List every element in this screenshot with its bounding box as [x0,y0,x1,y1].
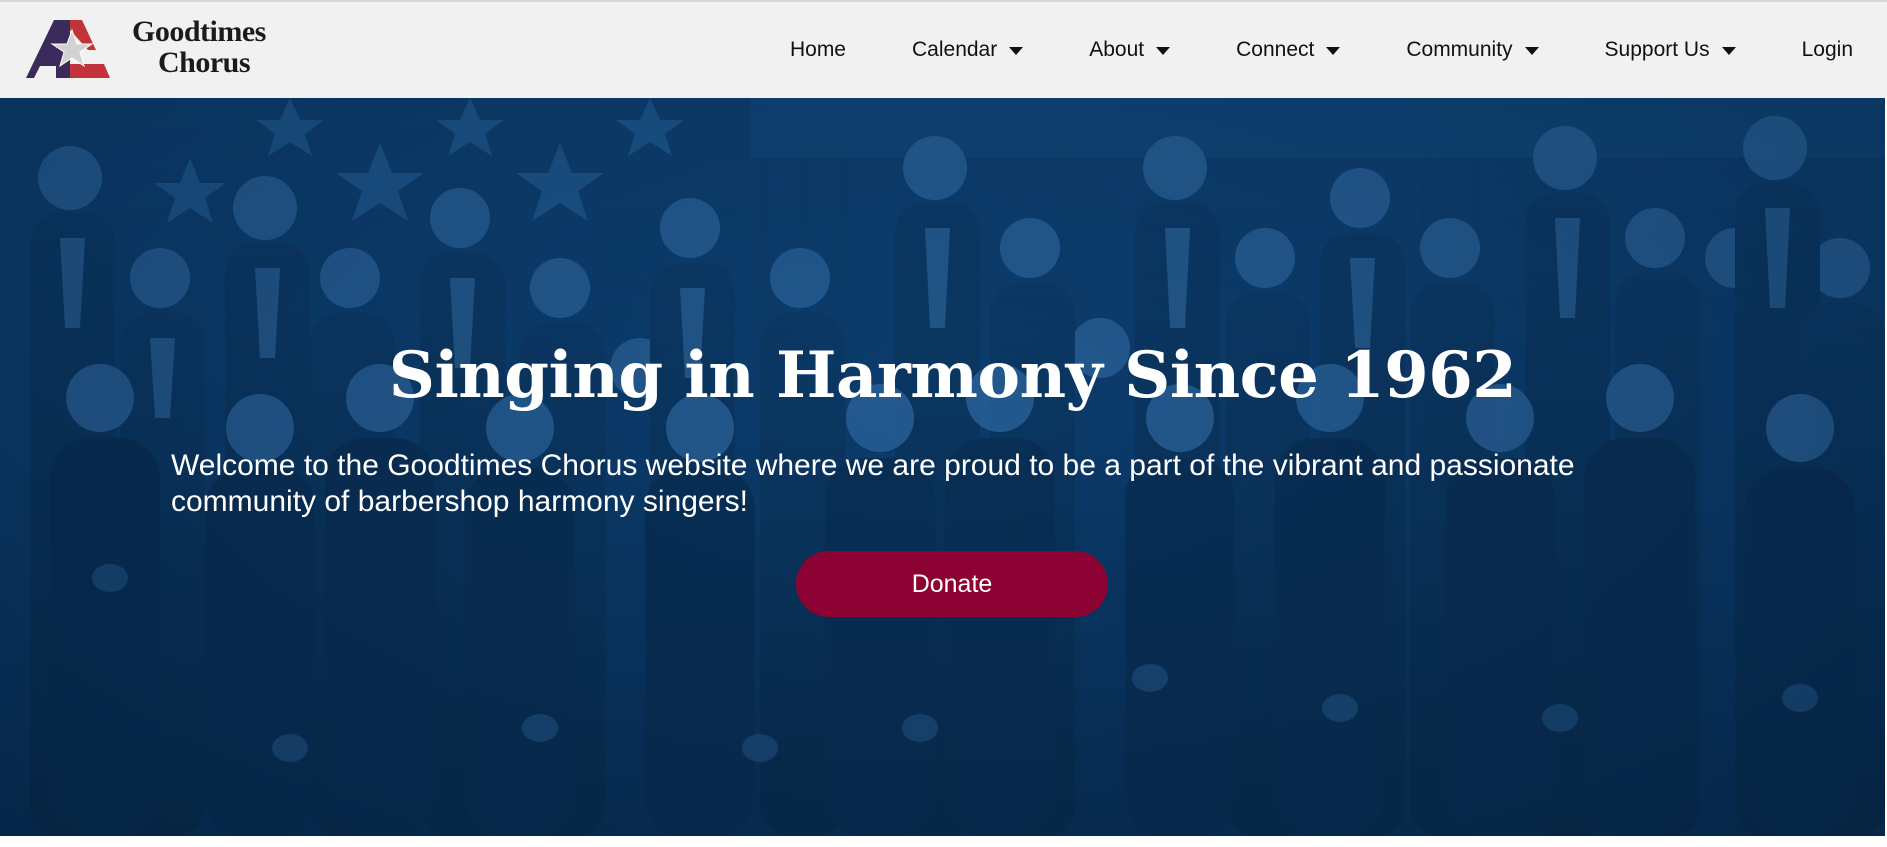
caret-down-icon [1524,47,1539,55]
hero-welcome-text: Welcome to the Goodtimes Chorus website … [171,449,1575,518]
caret-down-icon [1156,47,1171,55]
nav-about-label: About [1089,38,1145,61]
nav-login[interactable]: Login [1802,38,1853,62]
logo-wordmark: Goodtimes Chorus [106,16,276,78]
donate-button[interactable]: Donate [796,551,1108,617]
hero-title: Singing in Harmony Since 1962 [388,338,1517,413]
nav-home[interactable]: Home [790,38,846,62]
nav-home-label: Home [789,38,846,61]
nav-calendar-label: Calendar [912,38,998,61]
nav-connect[interactable]: Connect [1236,38,1341,62]
caret-down-icon [1721,47,1736,55]
hero-section: Singing in Harmony Since 1962 Welcome to… [0,98,1885,836]
site-logo[interactable]: Goodtimes Chorus [26,16,266,82]
nav-connect-label: Connect [1236,38,1315,61]
nav-calendar[interactable]: Calendar [912,38,1024,62]
nav-login-label: Login [1801,38,1853,61]
nav-community[interactable]: Community [1406,38,1539,62]
logo-line-2: Chorus [158,46,251,79]
caret-down-icon [1009,47,1024,55]
nav-about[interactable]: About [1089,38,1171,62]
site-header: Goodtimes Chorus Home Calendar About Con… [0,0,1887,98]
nav-support-us-label: Support Us [1604,38,1710,61]
logo-line-1: Goodtimes [132,15,266,48]
caret-down-icon [1326,47,1341,55]
nav-community-label: Community [1406,38,1513,61]
main-nav: Home Calendar About Connect Community Su… [790,30,1853,70]
nav-support-us[interactable]: Support Us [1605,38,1736,62]
